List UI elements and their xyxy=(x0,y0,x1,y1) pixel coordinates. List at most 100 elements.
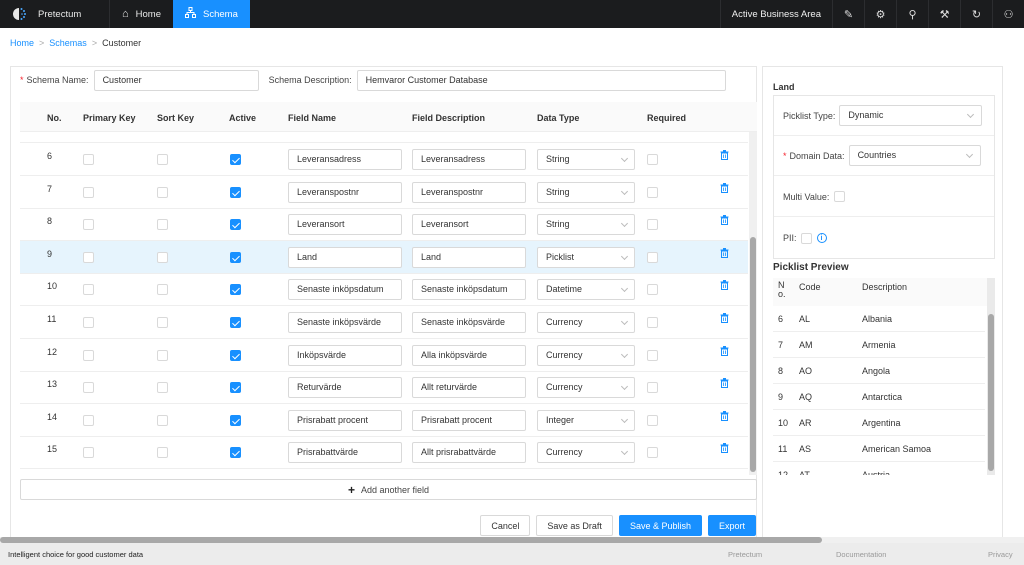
sort-key-checkbox[interactable] xyxy=(157,382,168,394)
data-type-select[interactable]: Currency xyxy=(537,312,635,333)
required-checkbox[interactable] xyxy=(647,382,658,394)
trash-icon[interactable] xyxy=(720,313,729,326)
field-name-input[interactable]: Prisrabatt procent xyxy=(288,409,402,431)
field-description-input[interactable]: Allt returvärde xyxy=(412,377,526,399)
sort-key-checkbox[interactable] xyxy=(157,447,168,459)
required-checkbox[interactable] xyxy=(647,349,658,361)
required-checkbox[interactable] xyxy=(647,251,658,263)
active-checkbox[interactable] xyxy=(230,251,241,263)
trash-icon[interactable] xyxy=(720,215,729,228)
primary-key-checkbox[interactable] xyxy=(83,186,94,198)
field-name-input[interactable]: Senaste inköpsvärde xyxy=(288,312,402,333)
nav-home[interactable]: ⌂ Home xyxy=(110,0,173,28)
trash-icon[interactable] xyxy=(720,345,729,359)
table-row[interactable]: 14 Prisrabatt procent Prisrabatt procent In… xyxy=(20,404,748,437)
field-description-input[interactable]: Prisrabatt procent xyxy=(412,409,526,431)
data-type-select[interactable]: Currency xyxy=(537,344,635,366)
export-button[interactable]: Export xyxy=(707,515,756,536)
data-type-select[interactable]: Currency xyxy=(537,442,635,464)
table-row[interactable]: 8 Leveransort Leveransort String xyxy=(20,208,748,242)
field-name-input[interactable]: Leveranspostnr xyxy=(288,181,402,203)
sort-key-checkbox[interactable] xyxy=(157,219,168,231)
trash-icon[interactable] xyxy=(720,378,729,391)
primary-key-checkbox[interactable] xyxy=(83,447,94,459)
trash-icon[interactable] xyxy=(720,182,729,196)
primary-key-checkbox[interactable] xyxy=(83,317,94,328)
schema-description-input[interactable] xyxy=(356,69,726,91)
table-row[interactable]: 11 Senaste inköpsvärde Senaste inköpsvärde… xyxy=(20,306,748,339)
table-row[interactable]: 12 Inköpsvärde Alla inköpsvärde Currency xyxy=(20,339,748,372)
save-publish-button[interactable]: Save & Publish xyxy=(618,515,702,536)
table-row[interactable]: 15 Prisrabattvärde Allt prisrabattvärde Cur… xyxy=(20,436,748,470)
field-description-input[interactable]: Senaste inköpsvärde xyxy=(412,312,526,333)
required-checkbox[interactable] xyxy=(647,154,658,165)
active-checkbox[interactable] xyxy=(230,219,241,231)
required-checkbox[interactable] xyxy=(647,414,658,426)
field-name-input[interactable]: Inköpsvärde xyxy=(288,344,402,366)
active-checkbox[interactable] xyxy=(230,414,241,426)
table-scrollbar[interactable] xyxy=(749,132,757,475)
scrollbar-thumb[interactable] xyxy=(750,237,756,472)
field-description-input[interactable]: Leveransadress xyxy=(412,149,526,170)
trash-icon[interactable] xyxy=(720,280,729,293)
wrench-icon[interactable]: ✎ xyxy=(832,0,864,28)
sort-key-checkbox[interactable] xyxy=(157,349,168,361)
required-checkbox[interactable] xyxy=(647,317,658,328)
search-icon[interactable]: ⚲ xyxy=(896,0,928,28)
data-type-select[interactable]: Picklist xyxy=(537,246,635,268)
brand[interactable]: Pretectum xyxy=(0,0,110,28)
field-description-input[interactable]: Land xyxy=(412,246,526,268)
save-draft-button[interactable]: Save as Draft xyxy=(536,515,613,536)
data-type-select[interactable]: Datetime xyxy=(537,279,635,301)
scrollbar-thumb[interactable] xyxy=(988,314,994,471)
refresh-icon[interactable]: ↻ xyxy=(960,0,992,28)
trash-icon[interactable] xyxy=(720,410,729,424)
preview-scrollbar[interactable] xyxy=(987,278,995,475)
required-checkbox[interactable] xyxy=(647,447,658,459)
trash-icon[interactable] xyxy=(720,150,729,163)
cancel-button[interactable]: Cancel xyxy=(480,515,531,536)
user-icon[interactable]: ⚇ xyxy=(992,0,1024,28)
active-checkbox[interactable] xyxy=(230,317,241,328)
field-description-input[interactable]: Leveransort xyxy=(412,214,526,236)
table-row[interactable]: 10 Senaste inköpsdatum Senaste inköpsdatum… xyxy=(20,273,748,307)
primary-key-checkbox[interactable] xyxy=(83,414,94,426)
nav-schema[interactable]: Schema xyxy=(173,0,250,28)
field-name-input[interactable]: Prisrabattvärde xyxy=(288,442,402,464)
info-icon[interactable]: i xyxy=(816,233,827,243)
active-business-area[interactable]: Active Business Area xyxy=(719,0,832,28)
primary-key-checkbox[interactable] xyxy=(83,284,94,296)
trash-icon[interactable] xyxy=(720,443,729,456)
footer-link-privacy[interactable]: Privacy xyxy=(988,550,1013,559)
field-description-input[interactable]: Alla inköpsvärde xyxy=(412,344,526,366)
field-name-input[interactable]: Land xyxy=(288,246,402,268)
primary-key-checkbox[interactable] xyxy=(83,349,94,361)
field-name-input[interactable]: Leveransort xyxy=(288,214,402,236)
primary-key-checkbox[interactable] xyxy=(83,382,94,394)
table-row[interactable]: 9 Land Land Picklist xyxy=(20,240,748,274)
field-description-input[interactable]: Allt prisrabattvärde xyxy=(412,442,526,464)
trash-icon[interactable] xyxy=(720,247,729,261)
pii-checkbox[interactable] xyxy=(800,232,812,244)
primary-key-checkbox[interactable] xyxy=(83,251,94,263)
data-type-select[interactable]: Currency xyxy=(537,377,635,399)
data-type-select[interactable]: String xyxy=(537,214,635,236)
hammer-icon[interactable]: ⚒ xyxy=(928,0,960,28)
active-checkbox[interactable] xyxy=(230,382,241,394)
domain-data-select[interactable]: Countries xyxy=(848,145,981,166)
table-row[interactable]: 7 Leveranspostnr Leveranspostnr String xyxy=(20,176,748,209)
table-row[interactable]: 13 Returvärde Allt returvärde Currency xyxy=(20,371,748,405)
field-name-input[interactable]: Leveransadress xyxy=(288,149,402,170)
breadcrumb-schemas[interactable]: Schemas xyxy=(49,38,87,48)
sort-key-checkbox[interactable] xyxy=(157,414,168,426)
table-row[interactable]: 6 Leveransadress Leveransadress String xyxy=(20,143,748,176)
footer-link-documentation[interactable]: Documentation xyxy=(836,550,886,559)
breadcrumb-home[interactable]: Home xyxy=(10,38,34,48)
required-checkbox[interactable] xyxy=(647,219,658,231)
add-field-button[interactable]: + Add another field xyxy=(20,479,757,500)
sort-key-checkbox[interactable] xyxy=(157,186,168,198)
picklist-type-select[interactable]: Dynamic xyxy=(839,105,983,126)
footer-link-pretectum[interactable]: Pretectum xyxy=(728,550,762,559)
field-description-input[interactable]: Leveranspostnr xyxy=(412,181,526,203)
primary-key-checkbox[interactable] xyxy=(83,154,94,165)
